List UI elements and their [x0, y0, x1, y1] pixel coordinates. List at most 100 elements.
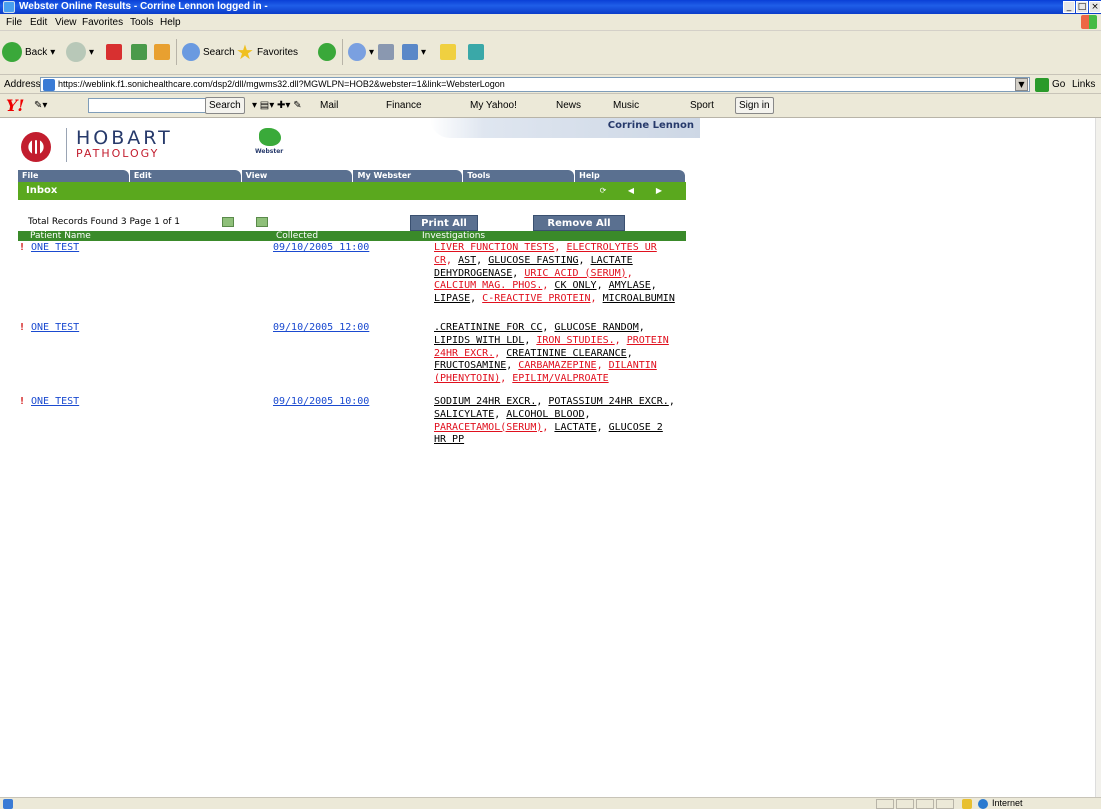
- collected-date-link[interactable]: 09/10/2005 10:00: [273, 396, 369, 409]
- yahoo-logo[interactable]: Y!: [6, 97, 24, 115]
- investigation-link[interactable]: .CREATININE FOR CC: [434, 322, 542, 333]
- address-url: https://weblink.f1.sonichealthcare.com/d…: [58, 79, 505, 89]
- brand-sub: PATHOLOGY: [76, 147, 160, 160]
- mail-button[interactable]: ▾: [348, 37, 374, 67]
- yahoo-news-button[interactable]: News: [556, 97, 581, 115]
- col-investigations: Investigations: [422, 231, 486, 241]
- investigation-link[interactable]: AMYLASE: [609, 280, 651, 291]
- close-button[interactable]: ×: [1089, 1, 1101, 13]
- investigation-link[interactable]: GLUCOSE RANDOM: [554, 322, 638, 333]
- print-all-button[interactable]: Print All: [410, 215, 478, 231]
- previous-icon[interactable]: ◀: [626, 186, 636, 196]
- history-icon: [318, 43, 336, 61]
- yahoo-search-button[interactable]: Search: [205, 97, 245, 114]
- investigation-link[interactable]: MICROALBUMIN: [603, 293, 675, 304]
- print-button[interactable]: [378, 37, 394, 67]
- investigation-link[interactable]: AST: [458, 255, 476, 266]
- investigation-link[interactable]: LIVER FUNCTION TESTS: [434, 242, 554, 253]
- links-button[interactable]: Links: [1072, 75, 1095, 94]
- page-status-icon: [3, 799, 13, 809]
- yahoo-myyahoo-button[interactable]: My Yahoo!: [470, 97, 517, 115]
- collected-date-link[interactable]: 09/10/2005 11:00: [273, 242, 369, 255]
- nav-edit[interactable]: Edit: [129, 170, 241, 182]
- vertical-scrollbar[interactable]: [1095, 118, 1101, 797]
- next-page-icon[interactable]: [256, 217, 268, 227]
- investigation-link[interactable]: URIC ACID (SERUM): [524, 268, 626, 279]
- investigation-link[interactable]: PARACETAMOL(SERUM): [434, 422, 542, 433]
- yahoo-finance-button[interactable]: Finance: [386, 97, 422, 115]
- edit-button[interactable]: ▾: [402, 37, 426, 67]
- yahoo-sport-button[interactable]: Sport: [690, 97, 714, 115]
- col-patient-name: Patient Name: [30, 231, 91, 241]
- minimize-button[interactable]: _: [1063, 1, 1075, 13]
- yahoo-music-button[interactable]: Music: [613, 97, 639, 115]
- search-button[interactable]: Search: [182, 37, 235, 67]
- ie-icon: [3, 1, 15, 13]
- go-button[interactable]: Go: [1035, 76, 1065, 93]
- pencil-icon[interactable]: ✎▾: [34, 97, 47, 115]
- nav-file[interactable]: File: [18, 170, 129, 182]
- investigation-link[interactable]: SODIUM 24HR EXCR.: [434, 396, 536, 407]
- yahoo-signin-button[interactable]: Sign in: [735, 97, 774, 114]
- menu-tools[interactable]: Tools: [130, 14, 153, 31]
- investigation-link[interactable]: IRON STUDIES.: [536, 335, 614, 346]
- status-cell: [936, 799, 954, 809]
- yahoo-mail-button[interactable]: Mail: [320, 97, 338, 115]
- investigation-link[interactable]: CK ONLY: [554, 280, 596, 291]
- back-button[interactable]: Back ▾: [2, 37, 55, 67]
- status-bar: Internet: [0, 797, 1101, 809]
- stop-button[interactable]: [106, 37, 122, 67]
- menu-bar: File Edit View Favorites Tools Help: [0, 14, 1101, 31]
- yahoo-options-icon[interactable]: ▾ ▤▾ ✚▾ ✎: [252, 97, 302, 115]
- menu-edit[interactable]: Edit: [30, 14, 47, 31]
- abnormal-flag: !: [19, 242, 26, 253]
- menu-view[interactable]: View: [55, 14, 77, 31]
- next-icon[interactable]: ▶: [654, 186, 664, 196]
- messenger-button[interactable]: [468, 37, 484, 67]
- abnormal-flag: !: [19, 396, 26, 407]
- investigation-link[interactable]: POTASSIUM 24HR EXCR.: [548, 396, 668, 407]
- discuss-button[interactable]: [440, 37, 456, 67]
- investigation-link[interactable]: LIPASE: [434, 293, 470, 304]
- collected-date-link[interactable]: 09/10/2005 12:00: [273, 322, 369, 335]
- maximize-button[interactable]: □: [1076, 1, 1088, 13]
- nav-help[interactable]: Help: [575, 170, 685, 182]
- investigation-link[interactable]: ALCOHOL BLOOD: [506, 409, 584, 420]
- investigation-link[interactable]: LIPIDS WITH LDL: [434, 335, 524, 346]
- investigation-link[interactable]: CARBAMAZEPINE: [518, 360, 596, 371]
- forward-button[interactable]: ▾: [66, 37, 94, 67]
- nav-tools[interactable]: Tools: [463, 170, 575, 182]
- investigation-link[interactable]: SALICYLATE: [434, 409, 494, 420]
- page-content: HOBART PATHOLOGY Webster Corrine Lennon …: [0, 118, 1095, 797]
- previous-page-icon[interactable]: [222, 217, 234, 227]
- menu-favorites[interactable]: Favorites: [82, 14, 123, 31]
- records-info: Total Records Found 3 Page 1 of 1: [28, 217, 180, 227]
- nav-my-webster[interactable]: My Webster: [353, 170, 463, 182]
- refresh-icon: [131, 44, 147, 60]
- investigation-link[interactable]: LACTATE: [554, 422, 596, 433]
- history-button[interactable]: [318, 37, 336, 67]
- windows-logo-icon: [1081, 15, 1097, 29]
- patient-name-link[interactable]: ONE TEST: [31, 322, 79, 335]
- search-icon: [182, 43, 200, 61]
- menu-help[interactable]: Help: [160, 14, 181, 31]
- patient-name-link[interactable]: ONE TEST: [31, 242, 79, 255]
- patient-name-link[interactable]: ONE TEST: [31, 396, 79, 409]
- home-button[interactable]: [154, 37, 170, 67]
- favorites-button[interactable]: ★ Favorites: [236, 37, 298, 67]
- investigation-link[interactable]: CREATININE CLEARANCE: [506, 348, 626, 359]
- refresh-icon[interactable]: ⟳: [598, 186, 608, 196]
- investigation-link[interactable]: C-REACTIVE PROTEIN: [482, 293, 590, 304]
- refresh-button[interactable]: [131, 37, 147, 67]
- investigation-link[interactable]: EPILIM/VALPROATE: [512, 373, 608, 384]
- investigation-link[interactable]: GLUCOSE FASTING: [488, 255, 578, 266]
- investigation-link[interactable]: CALCIUM MAG. PHOS.: [434, 280, 542, 291]
- stop-icon: [106, 44, 122, 60]
- logo-divider: [66, 128, 67, 162]
- address-input[interactable]: https://weblink.f1.sonichealthcare.com/d…: [40, 77, 1030, 92]
- address-dropdown-button[interactable]: ▼: [1015, 78, 1028, 91]
- nav-view[interactable]: View: [241, 170, 353, 182]
- menu-file[interactable]: File: [6, 14, 22, 31]
- remove-all-button[interactable]: Remove All: [533, 215, 625, 231]
- investigation-link[interactable]: FRUCTOSAMINE: [434, 360, 506, 371]
